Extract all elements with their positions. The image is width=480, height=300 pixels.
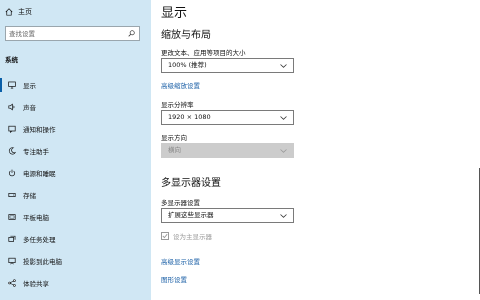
sidebar-item-label: 专注助手 bbox=[23, 148, 49, 156]
projector-icon bbox=[8, 257, 16, 265]
scale-layout-heading: 缩放与布局 bbox=[161, 30, 211, 41]
main-content: 显示 缩放与布局 更改文本、应用等项目的大小 100% (推荐) 高级缩放设置 … bbox=[151, 0, 480, 300]
graphics-settings-link[interactable]: 图形设置 bbox=[161, 274, 187, 284]
sidebar-item-label: 存储 bbox=[23, 192, 36, 200]
sidebar-item-project-to-pc[interactable]: 投影到此电脑 bbox=[0, 250, 151, 272]
multi-display-label: 多显示器设置 bbox=[161, 199, 200, 207]
sidebar-item-multitasking[interactable]: 多任务处理 bbox=[0, 228, 151, 250]
primary-display-label: 设为主显示器 bbox=[173, 233, 212, 241]
section-title: 系统 bbox=[5, 56, 18, 64]
advanced-display-link[interactable]: 高级显示设置 bbox=[161, 256, 200, 266]
sidebar-item-tablet[interactable]: 平板电脑 bbox=[0, 206, 151, 228]
notification-icon bbox=[8, 125, 16, 133]
resolution-dropdown[interactable]: 1920 × 1080 bbox=[161, 110, 294, 125]
sidebar-item-label: 平板电脑 bbox=[23, 214, 49, 222]
share-icon bbox=[8, 279, 16, 287]
text-size-value: 100% (推荐) bbox=[168, 61, 207, 69]
chevron-down-icon bbox=[280, 64, 287, 68]
text-size-dropdown[interactable]: 100% (推荐) bbox=[161, 58, 294, 73]
primary-display-row: 设为主显示器 bbox=[161, 231, 212, 241]
text-size-label: 更改文本、应用等项目的大小 bbox=[161, 49, 246, 57]
resolution-label: 显示分辨率 bbox=[161, 101, 194, 109]
sidebar-item-power-sleep[interactable]: 电源和睡眠 bbox=[0, 162, 151, 184]
tablet-icon bbox=[8, 214, 16, 220]
sidebar-item-display[interactable]: 显示 bbox=[0, 74, 151, 96]
sidebar-item-label: 多任务处理 bbox=[23, 236, 56, 244]
page-title: 显示 bbox=[161, 6, 188, 21]
resolution-value: 1920 × 1080 bbox=[168, 113, 211, 121]
advanced-scaling-link[interactable]: 高级缩放设置 bbox=[161, 80, 200, 90]
multi-display-value: 扩展这些显示器 bbox=[168, 211, 214, 219]
sidebar-item-label: 显示 bbox=[23, 82, 36, 90]
chevron-down-icon bbox=[280, 116, 287, 120]
sidebar-item-shared-experiences[interactable]: 体验共享 bbox=[0, 272, 151, 294]
sidebar: 主页 系统 显示 声音 通知和操作 专注助手 电源和睡眠 存储 bbox=[0, 0, 151, 300]
multi-display-dropdown[interactable]: 扩展这些显示器 bbox=[161, 208, 294, 223]
orientation-label: 显示方向 bbox=[161, 134, 187, 142]
chevron-down-icon bbox=[280, 149, 287, 153]
search-input[interactable] bbox=[9, 27, 121, 40]
multi-display-heading: 多显示器设置 bbox=[161, 178, 221, 189]
primary-display-checkbox[interactable] bbox=[161, 232, 169, 240]
sidebar-item-label: 通知和操作 bbox=[23, 126, 56, 134]
speaker-icon bbox=[8, 103, 15, 111]
sidebar-item-label: 投影到此电脑 bbox=[23, 258, 62, 266]
sidebar-item-sound[interactable]: 声音 bbox=[0, 96, 151, 118]
sidebar-nav: 显示 声音 通知和操作 专注助手 电源和睡眠 存储 平板电脑 多任务处理 投影到… bbox=[0, 74, 151, 294]
home-link[interactable]: 主页 bbox=[5, 7, 32, 17]
sidebar-item-label: 声音 bbox=[23, 104, 36, 112]
search-icon[interactable] bbox=[128, 30, 135, 37]
moon-icon bbox=[8, 147, 16, 155]
orientation-dropdown[interactable]: 横向 bbox=[161, 143, 294, 158]
sidebar-item-notifications[interactable]: 通知和操作 bbox=[0, 118, 151, 140]
multitask-icon bbox=[8, 235, 16, 242]
home-label: 主页 bbox=[18, 8, 32, 16]
sidebar-item-label: 体验共享 bbox=[23, 280, 49, 288]
orientation-value: 横向 bbox=[168, 146, 181, 154]
monitor-icon bbox=[8, 81, 16, 89]
checkmark-icon bbox=[162, 233, 168, 239]
power-icon bbox=[8, 169, 16, 177]
chevron-down-icon bbox=[280, 214, 287, 218]
storage-icon bbox=[8, 193, 16, 197]
sidebar-item-label: 电源和睡眠 bbox=[23, 170, 56, 178]
search-box[interactable] bbox=[5, 26, 140, 41]
sidebar-item-storage[interactable]: 存储 bbox=[0, 184, 151, 206]
home-icon bbox=[5, 8, 13, 16]
sidebar-item-focus-assist[interactable]: 专注助手 bbox=[0, 140, 151, 162]
